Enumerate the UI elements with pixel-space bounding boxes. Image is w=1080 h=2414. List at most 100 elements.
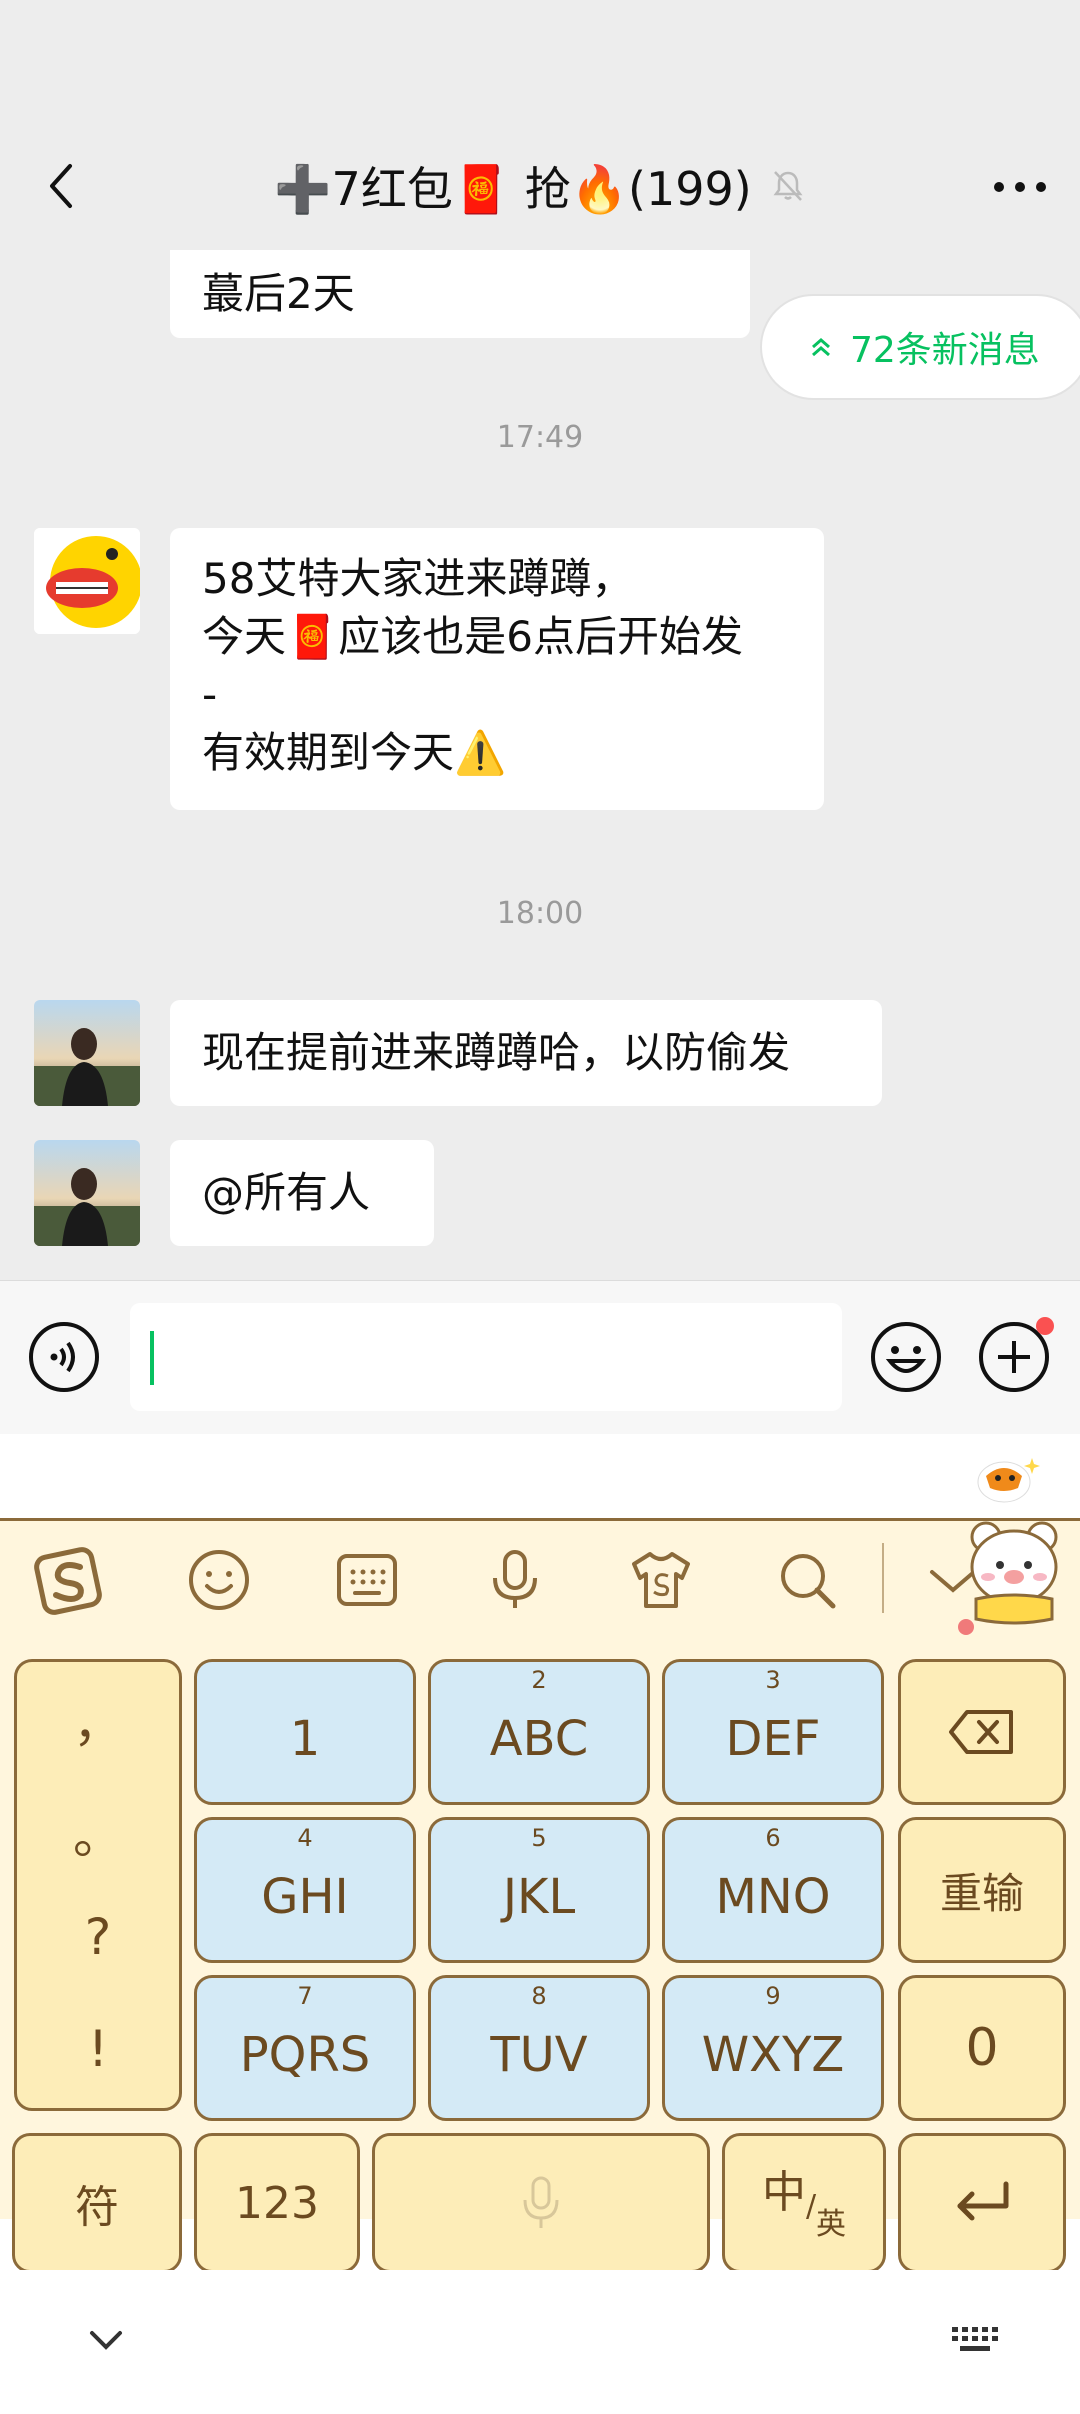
nav-bar: ➕7红包🧧 抢🔥(199) (0, 0, 1080, 250)
keyboard-toolbar-button[interactable] (330, 1543, 404, 1617)
duck-avatar-image (34, 528, 140, 634)
search-icon (781, 1554, 836, 1609)
timestamp: 18:00 (496, 896, 584, 931)
sogou-logo-button[interactable] (34, 1543, 108, 1617)
keyboard-grid-icon (952, 2327, 998, 2351)
emoji-button[interactable] (870, 1321, 942, 1393)
message-line: 有效期到今天⚠️ (202, 728, 507, 777)
search-toolbar-button[interactable] (770, 1543, 844, 1617)
punct-comma[interactable]: ， (17, 1684, 179, 1756)
key-label: TUV (490, 2027, 588, 2083)
punctuation-column[interactable]: ， 。 ? ! (14, 1659, 182, 2111)
person-avatar-image (34, 1000, 140, 1106)
voice-button[interactable] (28, 1321, 100, 1393)
lang-sub: 英 (816, 2207, 847, 2242)
space-key[interactable] (372, 2133, 710, 2273)
lang-slash: / (805, 2188, 817, 2224)
key-tuv[interactable]: 8 TUV (428, 1975, 650, 2121)
key-def[interactable]: 3 DEF (662, 1659, 884, 1805)
bell-off-icon (773, 171, 803, 201)
fox-mascot-icon[interactable] (974, 1454, 1040, 1504)
sogou-logo-icon (34, 1547, 102, 1615)
keyboard: ， 。 ? ! 1 2 ABC 3 DEF 4 GHI 5 JKL 6 MNO … (0, 1434, 1080, 2414)
avatar[interactable] (34, 528, 140, 634)
switch-keyboard-button[interactable] (940, 2310, 1010, 2370)
punct-question[interactable]: ? (17, 1908, 179, 1966)
double-chevron-up-icon (812, 338, 830, 357)
avatar[interactable] (34, 1140, 140, 1246)
key-number: 2 (531, 1666, 547, 1694)
language-switch-key[interactable]: 中 / 英 (722, 2133, 886, 2273)
key-label: PQRS (239, 2027, 371, 2083)
message-text: @所有人 (202, 1168, 371, 1217)
lang-main: 中 (761, 2167, 806, 2218)
plus-button[interactable] (978, 1317, 1054, 1393)
key-ghi[interactable]: 4 GHI (194, 1817, 416, 1963)
punct-exclaim[interactable]: ! (17, 2020, 179, 2078)
enter-icon (957, 2181, 1009, 2221)
message-bubble[interactable]: @所有人 (170, 1140, 434, 1246)
new-messages-label: 72条新消息 (850, 330, 1040, 371)
more-dots-icon (994, 182, 1046, 192)
more-button[interactable] (988, 155, 1052, 219)
key-label: GHI (261, 1869, 349, 1925)
key-label: MNO (715, 1869, 831, 1925)
toolbar-divider (882, 1543, 884, 1613)
message-input[interactable] (130, 1303, 842, 1411)
hide-keyboard-button[interactable] (76, 2310, 136, 2370)
microphone-icon (493, 1550, 537, 1608)
keyboard-icon (337, 1554, 397, 1606)
key-abc[interactable]: 2 ABC (428, 1659, 650, 1805)
emoji-icon (871, 1322, 941, 1392)
chevron-down-icon (90, 2331, 122, 2350)
keyboard-banner (0, 1434, 1080, 1518)
key-1[interactable]: 1 (194, 1659, 416, 1805)
system-nav-bar (0, 2270, 1080, 2414)
symbol-key[interactable]: 符 (12, 2133, 182, 2273)
punct-period[interactable]: 。 (17, 1796, 179, 1868)
message-text: 蕞后2天 (202, 269, 355, 318)
key-label: ABC (489, 1711, 589, 1767)
key-number: 3 (765, 1666, 781, 1694)
avatar[interactable] (34, 1000, 140, 1106)
key-label: WXYZ (701, 2027, 845, 2083)
person-avatar-image (34, 1140, 140, 1246)
number-key[interactable]: 123 (194, 2133, 360, 2273)
notification-dot (1036, 1317, 1054, 1335)
keyboard-toolbar (0, 1518, 1080, 1642)
message-line: 58艾特大家进来蹲蹲， (202, 554, 634, 603)
shirt-icon (632, 1552, 690, 1608)
message-bubble[interactable]: 现在提前进来蹲蹲哈，以防偷发 (170, 1000, 882, 1106)
key-mno[interactable]: 6 MNO (662, 1817, 884, 1963)
key-label: JKL (502, 1869, 576, 1925)
reenter-key[interactable]: 重输 (898, 1817, 1066, 1963)
bear-mascot-icon (958, 1521, 1058, 1635)
message-bubble[interactable]: 蕞后2天 (170, 250, 750, 338)
key-wxyz[interactable]: 9 WXYZ (662, 1975, 884, 2121)
enter-key[interactable] (898, 2133, 1066, 2273)
key-number: 9 (765, 1982, 781, 2010)
key-jkl[interactable]: 5 JKL (428, 1817, 650, 1963)
timestamp: 17:49 (496, 420, 584, 455)
message-line: - (202, 670, 218, 719)
voice-input-button[interactable] (478, 1543, 552, 1617)
key-label: 1 (289, 1711, 321, 1767)
voice-icon (29, 1322, 99, 1392)
message-bubble[interactable]: 58艾特大家进来蹲蹲， 今天🧧应该也是6点后开始发 - 有效期到今天⚠️ (170, 528, 824, 810)
zero-key[interactable]: 0 (898, 1975, 1066, 2121)
new-messages-button[interactable]: 72条新消息 (760, 294, 1080, 400)
message-text: 现在提前进来蹲蹲哈，以防偷发 (202, 1028, 791, 1077)
message-line: 今天🧧应该也是6点后开始发 (202, 612, 744, 661)
key-number: 6 (765, 1824, 781, 1852)
chat-area[interactable]: 蕞后2天 72条新消息 17:49 58艾特大家进来蹲蹲， 今天🧧应该也是6点后… (0, 250, 1080, 1280)
backspace-icon (949, 1710, 1013, 1754)
chat-title-wrap: ➕7红包🧧 抢🔥(199) (0, 150, 1080, 222)
key-pqrs[interactable]: 7 PQRS (194, 1975, 416, 2121)
skin-button[interactable] (624, 1543, 698, 1617)
smile-icon (189, 1550, 249, 1610)
emoji-toolbar-button[interactable] (182, 1543, 256, 1617)
key-label: DEF (725, 1711, 821, 1767)
backspace-key[interactable] (898, 1659, 1066, 1805)
key-number: 5 (531, 1824, 547, 1852)
chat-title: ➕7红包🧧 抢🔥(199) (274, 162, 752, 216)
